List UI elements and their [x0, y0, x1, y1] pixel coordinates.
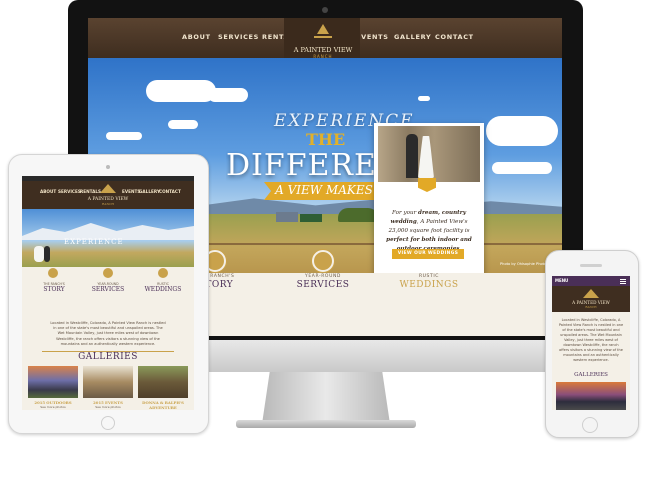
- feature-services-title[interactable]: SERVICES: [293, 280, 353, 290]
- nav-gallery[interactable]: GALLERY: [139, 189, 160, 194]
- camera-icon: [106, 165, 110, 169]
- wedding-card-text: For your dream, country wedding, A Paint…: [386, 210, 472, 252]
- camera-icon: [322, 7, 328, 13]
- feature-story-title[interactable]: STORY: [32, 286, 76, 293]
- hamburger-icon[interactable]: [620, 279, 626, 280]
- feature-services-title[interactable]: SERVICES: [86, 286, 130, 293]
- feature-weddings-label: RUSTIC: [418, 274, 440, 279]
- logo-sub: RANCH: [102, 202, 114, 206]
- cloud: [486, 116, 558, 146]
- cloud: [492, 162, 552, 174]
- gallery-sub-events[interactable]: See more photos: [81, 405, 135, 409]
- story-icon[interactable]: [48, 268, 58, 278]
- nav-gallery[interactable]: GALLERY: [394, 33, 431, 41]
- gallery-label-adventure[interactable]: DONNA & RALPH'S ADVENTURE: [136, 400, 190, 410]
- groom-figure: [406, 134, 418, 178]
- galleries-title: GALLERIES: [574, 372, 608, 378]
- cloud: [418, 96, 430, 101]
- nav-services[interactable]: SERVICES: [58, 189, 81, 194]
- gallery-thumb-outdoors[interactable]: [28, 366, 78, 398]
- nav-events[interactable]: EVENTS: [122, 189, 140, 194]
- hero-line-2: THE: [306, 130, 346, 149]
- monitor-foot: [236, 420, 416, 428]
- intro-paragraph: Located in Westcliffe, Colorado, A Paint…: [50, 321, 166, 346]
- nav-rentals[interactable]: RENTALS: [80, 189, 101, 194]
- feature-weddings-title[interactable]: WEDDINGS: [399, 280, 459, 290]
- nav-contact[interactable]: CONTACT: [159, 189, 181, 194]
- gallery-thumb-events[interactable]: [83, 366, 133, 398]
- barn: [276, 212, 298, 222]
- bride-figure: [34, 246, 44, 262]
- home-button: [101, 416, 115, 430]
- hero-text: EXPERIENCE: [64, 238, 124, 246]
- hero-line-3: DIFFERENCE: [226, 148, 376, 183]
- barn: [300, 214, 322, 222]
- cloud: [168, 120, 198, 129]
- cloud: [146, 80, 216, 102]
- logo-name: A PAINTED VIEW: [293, 46, 353, 54]
- cloud: [106, 132, 142, 140]
- menu-button[interactable]: MENU: [555, 278, 568, 283]
- view-weddings-button[interactable]: VIEW OUR WEDDINGS: [392, 249, 464, 259]
- services-icon[interactable]: [103, 268, 113, 278]
- nav-events[interactable]: EVENTS: [356, 33, 389, 41]
- intro-paragraph: Located in Westcliffe, Colorado, A Paint…: [558, 318, 624, 362]
- nav-contact[interactable]: CONTACT: [435, 33, 474, 41]
- feature-weddings-title[interactable]: WEDDINGS: [140, 286, 186, 293]
- speaker-grille: [580, 264, 602, 267]
- weddings-icon[interactable]: [158, 268, 168, 278]
- services-icon[interactable]: [312, 250, 334, 272]
- phone-website: MENU A PAINTED VIEW RANCH Located in Wes…: [552, 276, 630, 410]
- nav-about[interactable]: ABOUT: [182, 33, 211, 41]
- nav-services[interactable]: SERVICES: [218, 33, 259, 41]
- logo-sub: RANCH: [585, 305, 597, 309]
- groom-figure: [44, 246, 50, 262]
- nav-about[interactable]: ABOUT: [40, 189, 56, 194]
- gallery-sub-outdoors[interactable]: See more photos: [26, 405, 80, 409]
- gallery-thumb[interactable]: [556, 382, 626, 410]
- home-button: [582, 417, 598, 433]
- galleries-title: GALLERIES: [78, 352, 138, 362]
- trees: [338, 208, 378, 222]
- feature-services-label: YEAR-ROUND: [304, 274, 342, 279]
- monitor-stand: [262, 372, 390, 424]
- cowboy-logo-icon: [314, 24, 332, 38]
- hero-ribbon-text: A VIEW MAKES: [275, 183, 373, 197]
- tablet-website: ABOUT SERVICES RENTALS EVENTS GALLERY CO…: [22, 176, 194, 410]
- cloud: [208, 88, 248, 102]
- gallery-thumb-adventure[interactable]: [138, 366, 188, 398]
